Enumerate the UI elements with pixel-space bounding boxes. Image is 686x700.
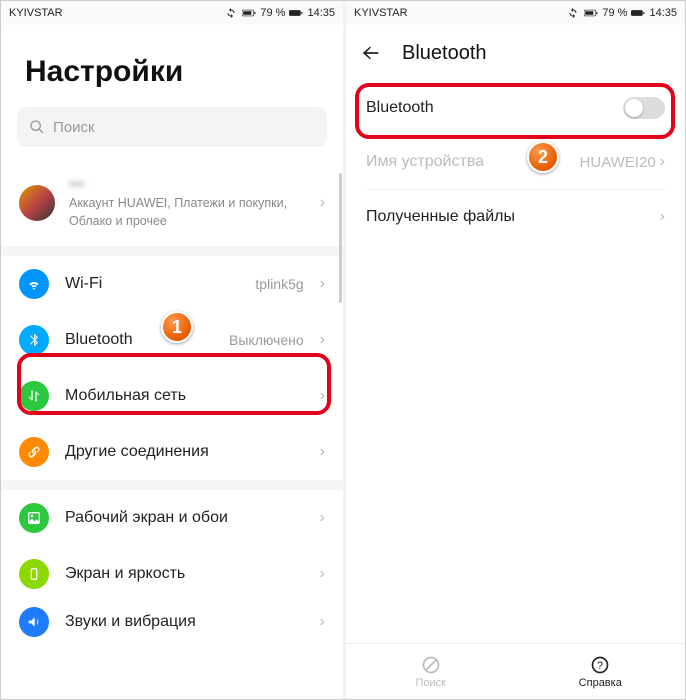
carrier-label: KYIVSTAR [354, 7, 408, 19]
time-label: 14:35 [307, 7, 335, 19]
row-other[interactable]: Другие соединения › [1, 424, 343, 480]
bluetooth-icon [19, 325, 49, 355]
search-placeholder: Поиск [53, 119, 95, 136]
help-icon: ? [590, 655, 610, 675]
received-files-row[interactable]: Полученные файлы › [346, 190, 685, 244]
search-icon [29, 119, 45, 135]
picture-icon [19, 503, 49, 533]
row-label: Звуки и вибрация [65, 613, 304, 631]
bottom-help[interactable]: ? Справка [516, 644, 686, 699]
page-title: Настройки [1, 25, 343, 107]
back-icon[interactable] [360, 42, 382, 64]
header-bar: Bluetooth [346, 25, 685, 81]
section-gap [1, 246, 343, 256]
chevron-icon: › [320, 443, 325, 461]
mobile-data-icon [19, 381, 49, 411]
row-wallpaper[interactable]: Рабочий экран и обои › [1, 490, 343, 546]
phone-left: KYIVSTAR 79 % 14:35 Настройки Поиск — Ак… [1, 1, 343, 699]
row-bluetooth[interactable]: Bluetooth Выключено › [1, 312, 343, 368]
account-sub: Аккаунт HUAWEI, Платежи и покупки, Облак… [69, 195, 306, 230]
avatar [19, 185, 55, 221]
chevron-icon: › [320, 509, 325, 527]
carrier-label: KYIVSTAR [9, 7, 63, 19]
svg-text:?: ? [597, 660, 603, 672]
bottom-bar: Поиск ? Справка [346, 643, 685, 699]
bottom-search[interactable]: Поиск [346, 644, 516, 699]
account-row[interactable]: — Аккаунт HUAWEI, Платежи и покупки, Обл… [1, 165, 343, 246]
wifi-icon [19, 269, 49, 299]
battery-label: 79 % [260, 7, 285, 19]
row-value: Выключено [229, 332, 304, 348]
link-icon [19, 437, 49, 467]
row-display[interactable]: Экран и яркость › [1, 546, 343, 602]
row-label: Wi-Fi [65, 275, 239, 293]
chevron-icon: › [320, 194, 325, 212]
row-label: Экран и яркость [65, 565, 304, 583]
device-name-row[interactable]: Имя устройства HUAWEI20› [346, 135, 685, 189]
row-label: Другие соединения [65, 443, 304, 461]
row-sound[interactable]: Звуки и вибрация › [1, 602, 343, 642]
rotation-icon [566, 7, 580, 19]
sound-icon [19, 607, 49, 637]
phone-right: KYIVSTAR 79 % 14:35 Bluetooth Bluetooth … [343, 1, 685, 699]
battery-icon [242, 7, 256, 19]
row-label: Bluetooth [65, 331, 213, 349]
chevron-icon: › [320, 275, 325, 293]
status-right: 79 % 14:35 [224, 7, 335, 19]
chevron-icon: › [320, 613, 325, 631]
chevron-icon: › [320, 331, 325, 349]
chevron-icon: › [320, 387, 325, 405]
status-right: 79 % 14:35 [566, 7, 677, 19]
rotation-icon [224, 7, 238, 19]
block-icon [421, 655, 441, 675]
row-label: Bluetooth [366, 99, 434, 117]
row-mobile[interactable]: Мобильная сеть › [1, 368, 343, 424]
header-title: Bluetooth [402, 42, 487, 65]
row-label: Рабочий экран и обои [65, 509, 304, 527]
section-gap [1, 480, 343, 490]
row-label: Мобильная сеть [65, 387, 304, 405]
bottom-label: Справка [579, 677, 622, 689]
time-label: 14:35 [649, 7, 677, 19]
battery-icon [584, 7, 598, 19]
row-value: tplink5g [255, 276, 303, 292]
battery-full-icon [289, 7, 303, 19]
row-value: HUAWEI20› [580, 153, 665, 171]
row-label: Полученные файлы [366, 208, 515, 226]
chevron-icon: › [660, 208, 665, 226]
brightness-icon [19, 559, 49, 589]
status-bar: KYIVSTAR 79 % 14:35 [346, 1, 685, 25]
status-bar: KYIVSTAR 79 % 14:35 [1, 1, 343, 25]
chevron-icon: › [320, 565, 325, 583]
search-input[interactable]: Поиск [17, 107, 327, 147]
bluetooth-toggle-row[interactable]: Bluetooth [346, 81, 685, 135]
row-wifi[interactable]: Wi-Fi tplink5g › [1, 256, 343, 312]
account-name: — [69, 175, 306, 193]
scrollbar[interactable] [339, 173, 342, 303]
battery-full-icon [631, 7, 645, 19]
bottom-label: Поиск [416, 677, 446, 689]
toggle-switch[interactable] [623, 97, 665, 119]
row-label: Имя устройства [366, 153, 484, 171]
battery-label: 79 % [602, 7, 627, 19]
